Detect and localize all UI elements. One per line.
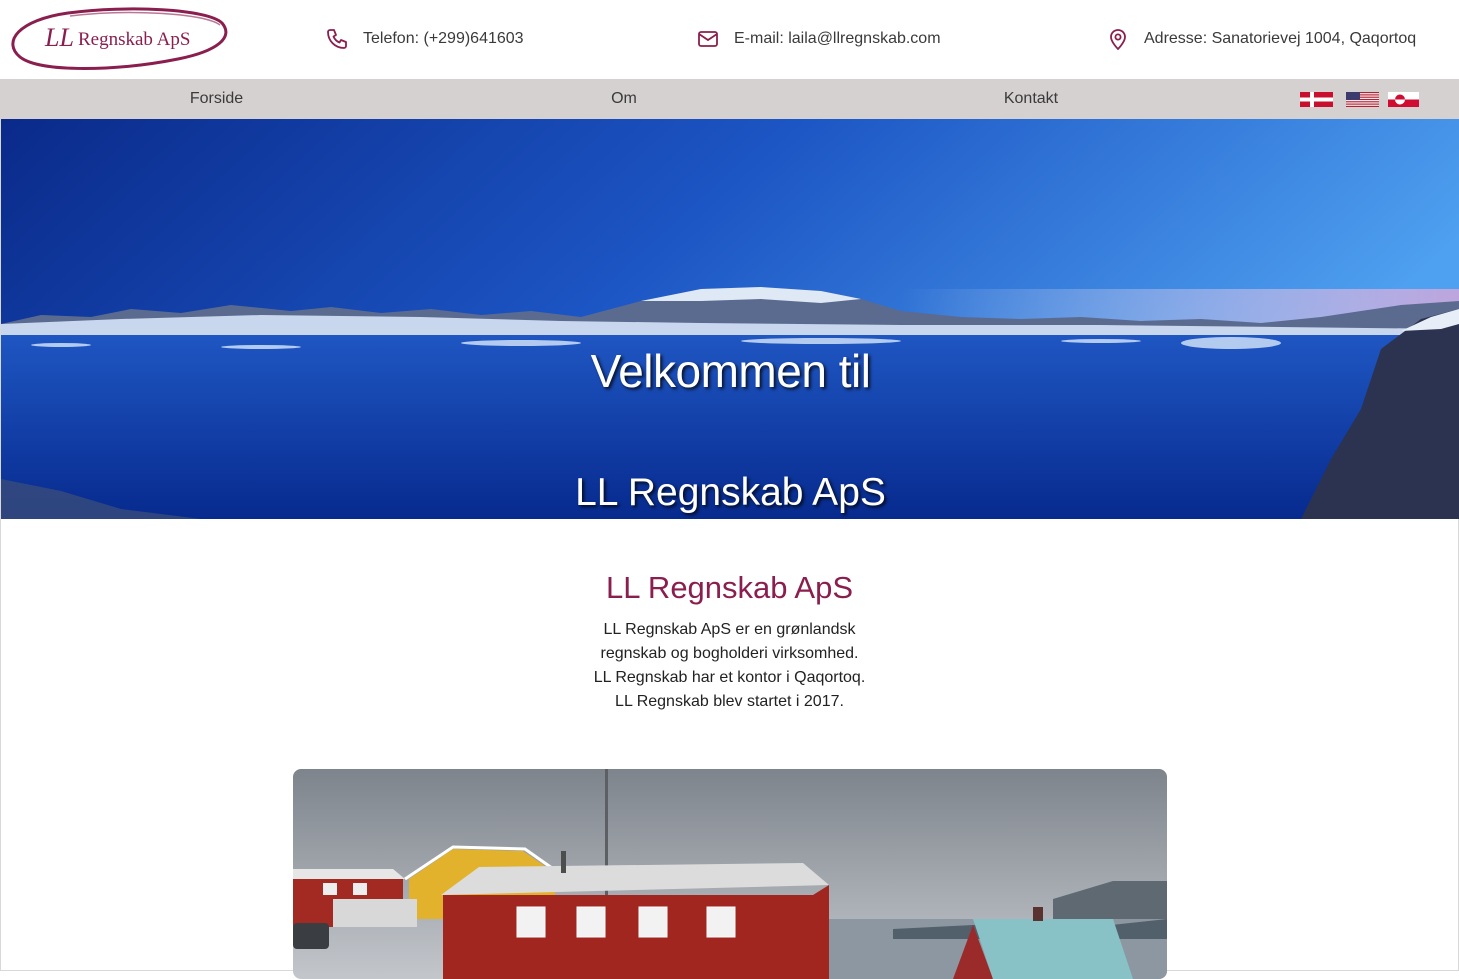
contact-phone[interactable]: Telefon: (+299)641603 bbox=[325, 26, 524, 52]
map-pin-icon bbox=[1106, 27, 1130, 51]
logo-text: LL Regnskab ApS bbox=[8, 7, 230, 71]
nav-kontakt[interactable]: Kontakt bbox=[990, 79, 1072, 119]
hero-banner: Velkommen til LL Regnskab ApS bbox=[1, 119, 1459, 519]
phone-icon bbox=[325, 27, 349, 51]
email-text: E-mail: laila@llregnskab.com bbox=[734, 30, 941, 47]
top-header: LL Regnskab ApS Telefon: (+299)641603 E-… bbox=[0, 0, 1459, 79]
address-text: Adresse: Sanatorievej 1004, Qaqortoq bbox=[1144, 30, 1417, 47]
about-line: regnskab og bogholderi virksomhed. bbox=[600, 645, 859, 662]
hero-subtitle: LL Regnskab ApS bbox=[575, 471, 886, 514]
hero-title: Velkommen til bbox=[590, 345, 871, 397]
office-photo bbox=[293, 769, 1167, 979]
about-line: LL Regnskab blev startet i 2017. bbox=[615, 693, 844, 710]
about-line: LL Regnskab ApS er en grønlandsk bbox=[603, 621, 856, 638]
about-text: LL Regnskab ApS er en grønlandsk regnska… bbox=[0, 618, 1459, 714]
nav-om[interactable]: Om bbox=[580, 79, 668, 119]
us-flag[interactable] bbox=[1346, 92, 1379, 107]
mail-icon bbox=[696, 27, 720, 51]
hero-landscape-image bbox=[1, 119, 1459, 519]
about-heading: LL Regnskab ApS bbox=[605, 570, 854, 605]
main-nav: Forside Om Kontakt bbox=[0, 79, 1459, 119]
logo-link[interactable]: LL Regnskab ApS bbox=[8, 7, 230, 71]
nav-forside[interactable]: Forside bbox=[150, 79, 283, 119]
greenland-flag[interactable] bbox=[1388, 92, 1419, 107]
logo-monogram: LL bbox=[45, 23, 74, 52]
phone-text: Telefon: (+299)641603 bbox=[363, 30, 524, 47]
about-line: LL Regnskab har et kontor i Qaqortoq. bbox=[593, 669, 866, 686]
danish-flag[interactable] bbox=[1300, 92, 1333, 107]
contact-email[interactable]: E-mail: laila@llregnskab.com bbox=[696, 26, 941, 52]
contact-address[interactable]: Adresse: Sanatorievej 1004, Qaqortoq bbox=[1106, 26, 1416, 52]
logo-wordmark: Regnskab ApS bbox=[78, 29, 191, 50]
